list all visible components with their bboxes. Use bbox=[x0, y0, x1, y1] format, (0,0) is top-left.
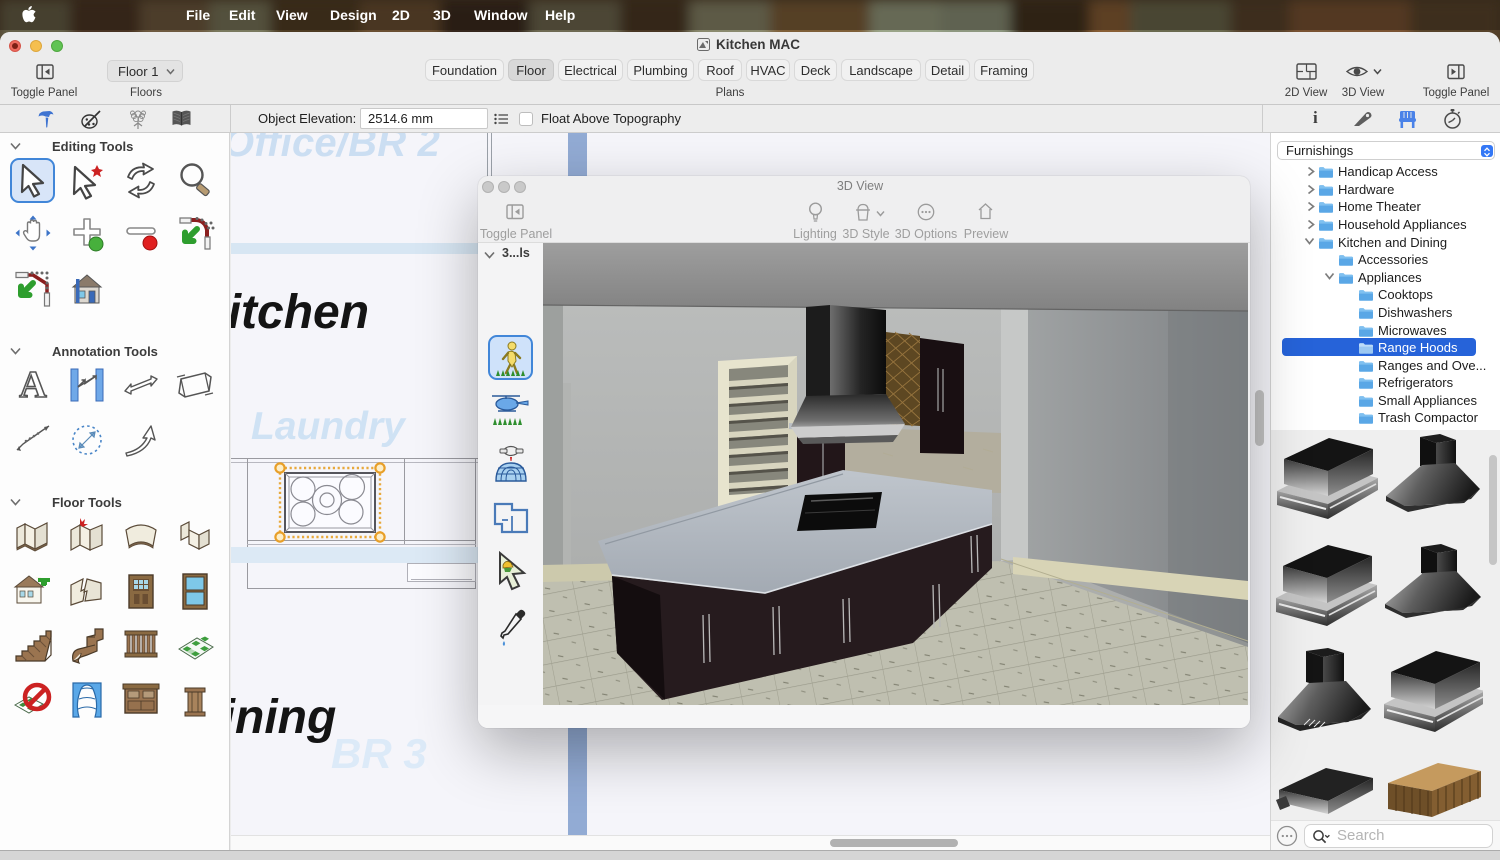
svg-text:A: A bbox=[19, 365, 47, 405]
